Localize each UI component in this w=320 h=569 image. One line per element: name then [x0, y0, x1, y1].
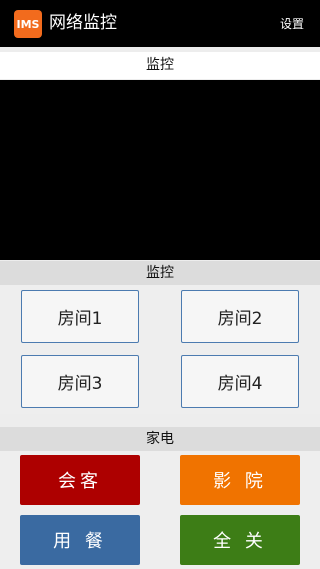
settings-button[interactable]: 设置 [280, 15, 304, 33]
all-off-button[interactable]: 全 关 [180, 515, 300, 565]
app-title: 网络监控 [49, 13, 117, 33]
rooms-section-header: 监控 [0, 261, 320, 285]
rooms-panel: 房间1 房间2 房间3 房间4 [0, 285, 320, 414]
app-logo-icon: IMS [14, 10, 42, 38]
appliances-panel: 会客 影 院 用 餐 全 关 [0, 451, 320, 569]
room-3-button[interactable]: 房间3 [21, 355, 139, 408]
screen: IMS 网络监控 设置 监控 监控 房间1 房间2 房间3 房间4 家电 会客 … [0, 0, 320, 569]
room-4-button[interactable]: 房间4 [181, 355, 299, 408]
appliances-section-header: 家电 [0, 427, 320, 451]
video-view[interactable] [0, 80, 320, 260]
reception-mode-button[interactable]: 会客 [20, 455, 140, 505]
dining-mode-button[interactable]: 用 餐 [20, 515, 140, 565]
cinema-mode-button[interactable]: 影 院 [180, 455, 300, 505]
room-1-button[interactable]: 房间1 [21, 290, 139, 343]
room-2-button[interactable]: 房间2 [181, 290, 299, 343]
action-bar: IMS 网络监控 设置 [0, 0, 320, 47]
video-section-header: 监控 [0, 52, 320, 79]
